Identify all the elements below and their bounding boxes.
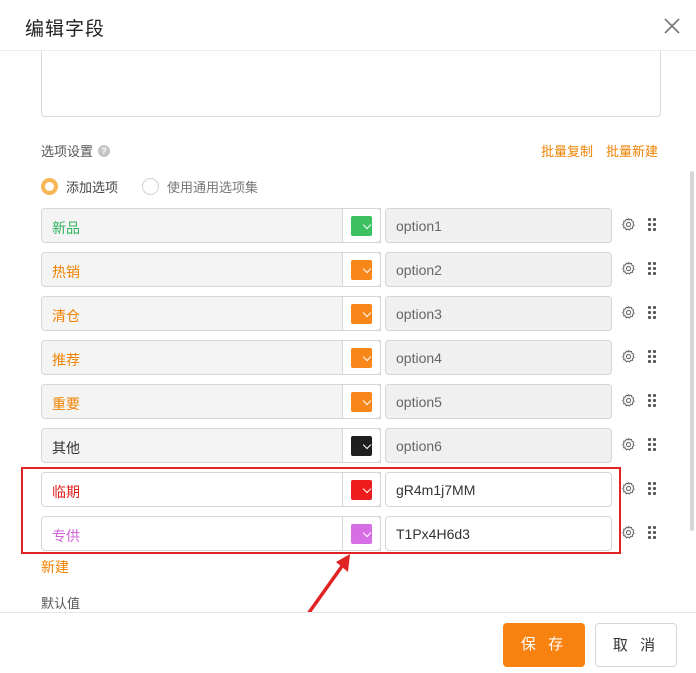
- option-value: option6: [396, 438, 442, 454]
- gear-icon[interactable]: [621, 393, 636, 408]
- gear-icon[interactable]: [621, 261, 636, 276]
- close-icon[interactable]: [660, 14, 684, 38]
- color-swatch: [351, 304, 372, 324]
- drag-handle-icon[interactable]: [648, 394, 656, 408]
- drag-handle-icon[interactable]: [648, 482, 656, 496]
- radio-use-common-set[interactable]: 使用通用选项集: [142, 177, 258, 196]
- option-name-input[interactable]: 清仓: [41, 296, 381, 331]
- color-picker[interactable]: [342, 296, 381, 331]
- drag-handle-icon[interactable]: [648, 218, 656, 232]
- color-swatch: [351, 392, 372, 412]
- color-swatch: [351, 436, 372, 456]
- option-name-input[interactable]: 其他: [41, 428, 381, 463]
- chevron-down-icon: [362, 220, 372, 230]
- option-value-input[interactable]: option1: [385, 208, 612, 243]
- color-picker[interactable]: [342, 252, 381, 287]
- option-value: option3: [396, 306, 442, 322]
- option-row: 推荐 option4: [41, 340, 671, 375]
- chevron-down-icon: [362, 264, 372, 274]
- option-name-input[interactable]: 热销: [41, 252, 381, 287]
- help-icon[interactable]: ?: [98, 144, 111, 157]
- option-name: 其他: [52, 440, 80, 456]
- gear-icon[interactable]: [621, 481, 636, 496]
- option-name: 推荐: [52, 352, 80, 368]
- save-button[interactable]: 保 存: [503, 623, 585, 667]
- option-value-input[interactable]: option4: [385, 340, 612, 375]
- options-settings-text: 选项设置: [41, 144, 94, 159]
- batch-new-link[interactable]: 批量新建: [606, 141, 658, 160]
- option-name-input[interactable]: 推荐: [41, 340, 381, 375]
- option-row: 清仓 option3: [41, 296, 671, 331]
- scrollbar[interactable]: [690, 171, 694, 531]
- description-textarea[interactable]: [41, 51, 661, 117]
- option-value: option1: [396, 218, 442, 234]
- dialog-header: 编辑字段: [0, 0, 696, 51]
- color-swatch: [351, 348, 372, 368]
- gear-icon[interactable]: [621, 305, 636, 320]
- radio-use-common-set-label: 使用通用选项集: [167, 180, 259, 195]
- radio-add-option-label: 添加选项: [66, 180, 119, 195]
- radio-add-option[interactable]: 添加选项: [41, 177, 118, 196]
- option-value: option4: [396, 350, 442, 366]
- option-row: 重要 option5: [41, 384, 671, 419]
- drag-handle-icon[interactable]: [648, 526, 656, 540]
- chevron-down-icon: [362, 440, 372, 450]
- drag-handle-icon[interactable]: [648, 306, 656, 320]
- gear-icon[interactable]: [621, 217, 636, 232]
- gear-icon[interactable]: [621, 525, 636, 540]
- new-option-link[interactable]: 新建: [41, 557, 69, 577]
- options-settings-label: 选项设置 ?: [41, 141, 111, 160]
- radio-unchecked-icon: [142, 178, 160, 195]
- dialog-footer: 保 存 取 消: [0, 612, 696, 673]
- option-source-radio-group: 添加选项 使用通用选项集: [41, 177, 282, 196]
- annotation-highlight-box: [21, 467, 621, 554]
- option-value-input[interactable]: option6: [385, 428, 612, 463]
- color-picker[interactable]: [342, 384, 381, 419]
- option-value: option5: [396, 394, 442, 410]
- option-name-input[interactable]: 重要: [41, 384, 381, 419]
- option-value-input[interactable]: option3: [385, 296, 612, 331]
- gear-icon[interactable]: [621, 349, 636, 364]
- gear-icon[interactable]: [621, 437, 636, 452]
- color-picker[interactable]: [342, 208, 381, 243]
- option-row: 新品 option1: [41, 208, 671, 243]
- chevron-down-icon: [362, 308, 372, 318]
- edit-field-dialog: 编辑字段 选项设置 ? 批量复制 批量新建 添加选项 使用通用选项集 新品 opt…: [0, 0, 696, 673]
- option-name: 新品: [52, 220, 80, 236]
- option-name: 重要: [52, 396, 80, 412]
- color-swatch: [351, 260, 372, 280]
- color-swatch: [351, 216, 372, 236]
- color-picker[interactable]: [342, 428, 381, 463]
- option-name: 清仓: [52, 308, 80, 324]
- option-value-input[interactable]: option2: [385, 252, 612, 287]
- chevron-down-icon: [362, 352, 372, 362]
- option-name-input[interactable]: 新品: [41, 208, 381, 243]
- radio-checked-icon: [41, 178, 58, 195]
- chevron-down-icon: [362, 396, 372, 406]
- option-row: 其他 option6: [41, 428, 671, 463]
- dialog-title: 编辑字段: [25, 19, 106, 40]
- drag-handle-icon[interactable]: [648, 262, 656, 276]
- default-value-label: 默认值: [41, 596, 81, 611]
- cancel-button[interactable]: 取 消: [595, 623, 677, 667]
- option-row: 热销 option2: [41, 252, 671, 287]
- batch-copy-link[interactable]: 批量复制: [541, 141, 593, 160]
- option-value: option2: [396, 262, 442, 278]
- drag-handle-icon[interactable]: [648, 438, 656, 452]
- color-picker[interactable]: [342, 340, 381, 375]
- option-value-input[interactable]: option5: [385, 384, 612, 419]
- drag-handle-icon[interactable]: [648, 350, 656, 364]
- option-name: 热销: [52, 264, 80, 280]
